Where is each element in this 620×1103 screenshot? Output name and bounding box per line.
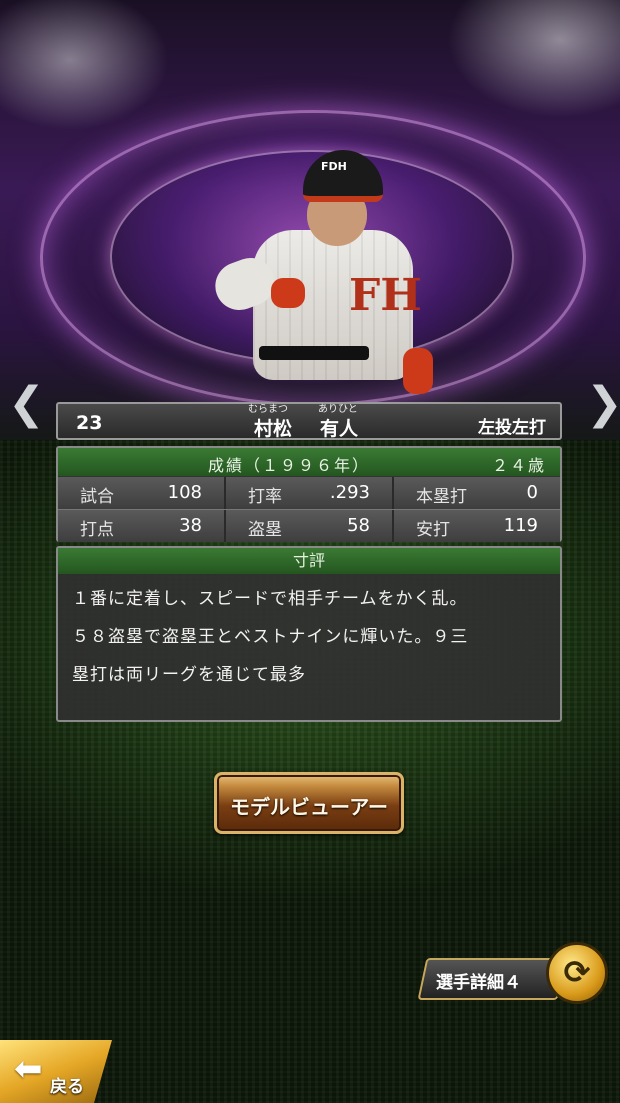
stat-value: .293 (329, 482, 370, 503)
stat-batting-average: 打率 .293 (226, 477, 394, 509)
prev-player-button[interactable]: ❮ (8, 382, 45, 426)
player-detail-label[interactable]: 選手詳細４ (436, 968, 556, 993)
comment-header: 寸評 (58, 548, 560, 574)
stats-panel: 成績（１９９６年） ２４歳 試合 108 打率 .293 本塁打 0 打点 38… (56, 446, 562, 542)
model-viewer-button[interactable]: モデルビューアー (214, 772, 404, 834)
stat-label: 盗塁 (248, 520, 282, 540)
stat-rbi: 打点 38 (58, 510, 226, 542)
given-name-reading: ありひと (318, 404, 358, 415)
stat-home-runs: 本塁打 0 (394, 477, 560, 509)
stat-value: 119 (503, 515, 538, 536)
uniform-number: 23 (76, 412, 103, 434)
stat-label: 安打 (416, 520, 450, 540)
stat-hits: 安打 119 (394, 510, 560, 542)
helmet-logo: FDH (321, 160, 347, 173)
chevron-right-icon: ❯ (586, 378, 620, 429)
stats-row: 試合 108 打率 .293 本塁打 0 (58, 477, 560, 510)
stats-row: 打点 38 盗塁 58 安打 119 (58, 510, 560, 542)
family-name: 村松 (254, 418, 293, 440)
switch-arrows-icon[interactable]: ⟳ (546, 942, 608, 1004)
given-name: 有人 (320, 418, 359, 440)
stat-value: 38 (179, 515, 202, 536)
batting-glove-left (271, 278, 305, 308)
stats-header: 成績（１９９６年） ２４歳 (58, 448, 560, 476)
stat-label: 試合 (80, 487, 114, 507)
batting-helmet: FDH (303, 150, 383, 202)
stat-value: 0 (526, 482, 538, 503)
stats-title: 成績（１９９６年） (208, 456, 371, 475)
handedness: 左投左打 (478, 418, 546, 438)
back-button-label[interactable]: 戻る (50, 1072, 84, 1097)
jersey-logo: FH (349, 270, 422, 321)
comment-text: １番に定着し、スピードで相手チームをかく乱。 ５８盗塁で盗塁王とベストナインに輝… (72, 580, 550, 694)
back-arrow-icon[interactable]: ⬅ (14, 1052, 43, 1086)
player-portrait: FH FDH (208, 150, 435, 400)
player-age: ２４歳 (491, 456, 546, 475)
next-player-button[interactable]: ❯ (586, 382, 620, 426)
player-belt (259, 346, 369, 360)
stat-value: 108 (167, 482, 202, 503)
stat-value: 58 (347, 515, 370, 536)
comment-panel: 寸評 １番に定着し、スピードで相手チームをかく乱。 ５８盗塁で盗塁王とベストナイ… (56, 546, 562, 722)
comment-line: ５８盗塁で盗塁王とベストナインに輝いた。９三 (72, 627, 469, 647)
chevron-left-icon: ❮ (8, 378, 45, 429)
model-viewer-label: モデルビューアー (230, 795, 388, 819)
stat-label: 打点 (80, 520, 114, 540)
comment-line: 塁打は両リーグを通じて最多 (72, 665, 306, 685)
stat-label: 打率 (248, 487, 282, 507)
stat-stolen-bases: 盗塁 58 (226, 510, 394, 542)
comment-line: １番に定着し、スピードで相手チームをかく乱。 (72, 589, 468, 609)
stat-games: 試合 108 (58, 477, 226, 509)
batting-glove-right (403, 348, 433, 394)
player-name-bar: 23 むらまつ ありひと 村松 有人 左投左打 (56, 402, 562, 440)
family-name-reading: むらまつ (248, 404, 288, 415)
stat-label: 本塁打 (416, 487, 467, 507)
